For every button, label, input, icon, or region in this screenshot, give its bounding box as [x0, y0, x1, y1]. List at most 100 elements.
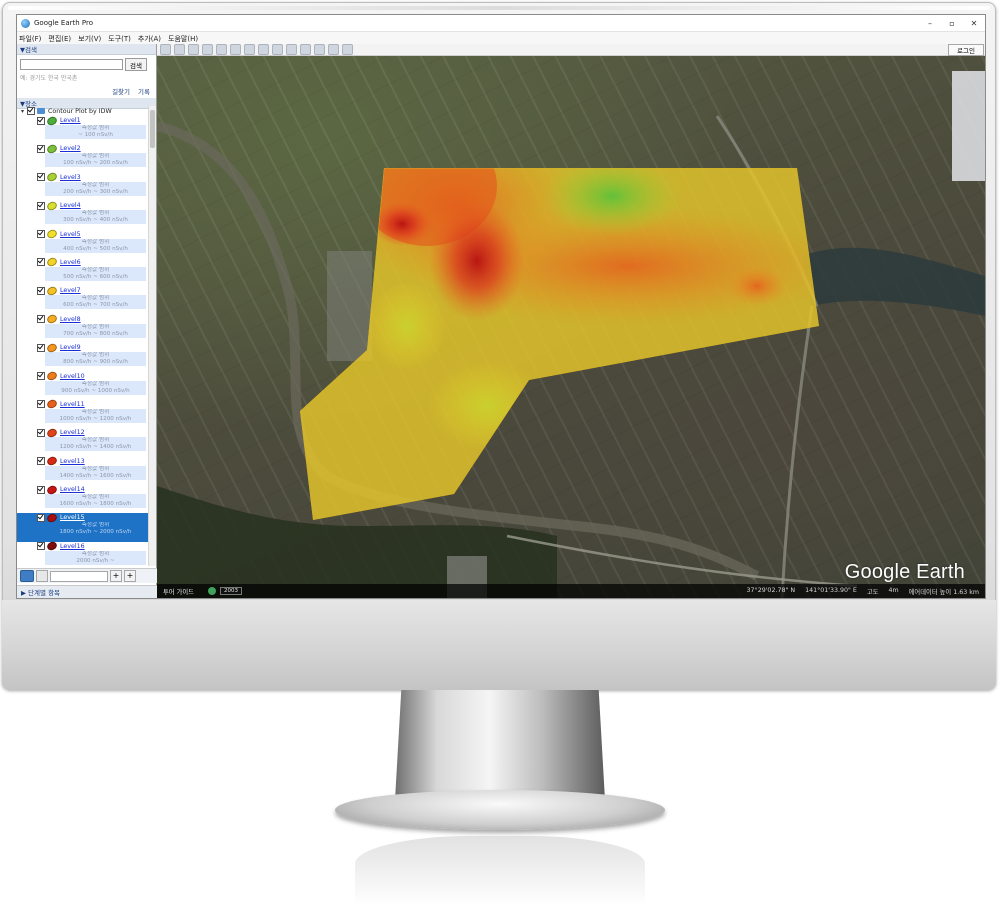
- level-name[interactable]: Level5: [60, 231, 81, 238]
- hide-sidebar-icon[interactable]: [160, 44, 171, 55]
- email-icon[interactable]: [300, 44, 311, 55]
- level-name[interactable]: Level3: [60, 174, 81, 181]
- checkbox-icon[interactable]: [27, 107, 36, 115]
- places-scrollbar[interactable]: [148, 106, 156, 566]
- menu-help[interactable]: 도움말(H): [168, 34, 198, 44]
- tree-root-contour-plot[interactable]: ▾ Contour Plot by IDW: [17, 106, 156, 116]
- level-item[interactable]: Level12 측정값 범위 1200 nSv/h ~ 1400 nSv/h: [17, 427, 156, 456]
- save-image-icon[interactable]: [328, 44, 339, 55]
- contour-plot-overlay: [300, 168, 819, 520]
- level-name[interactable]: Level12: [60, 429, 85, 436]
- level-item[interactable]: Level11 측정값 범위 1000 nSv/h ~ 1200 nSv/h: [17, 398, 156, 428]
- checkbox-icon[interactable]: [37, 372, 45, 381]
- level-name[interactable]: Level11: [60, 401, 85, 408]
- checkbox-icon[interactable]: [37, 513, 45, 522]
- places-search-button[interactable]: [20, 570, 34, 582]
- zoom-in-button[interactable]: +: [110, 570, 122, 582]
- path-icon[interactable]: [202, 44, 213, 55]
- level-name[interactable]: Level9: [60, 344, 81, 351]
- level-item[interactable]: Level7 측정값 범위 600 nSv/h ~ 700 nSv/h: [17, 285, 156, 314]
- level-description: 측정값 범위 1000 nSv/h ~ 1200 nSv/h: [45, 408, 146, 423]
- planet-icon[interactable]: [272, 44, 283, 55]
- level-item[interactable]: Level14 측정값 범위 1600 nSv/h ~ 1800 nSv/h: [17, 483, 156, 513]
- checkbox-icon[interactable]: [37, 343, 45, 352]
- menu-add[interactable]: 추가(A): [138, 34, 161, 44]
- level-item[interactable]: Level15 측정값 범위 1800 nSv/h ~ 2000 nSv/h: [17, 512, 156, 542]
- placemark-icon[interactable]: [174, 44, 185, 55]
- level-name[interactable]: Level6: [60, 259, 81, 266]
- level-item[interactable]: Level5 측정값 범위 400 nSv/h ~ 500 nSv/h: [17, 228, 156, 258]
- level-item[interactable]: Level1 측정값 범위 ~ 100 nSv/h: [17, 114, 156, 144]
- level-desc-range: 1000 nSv/h ~ 1200 nSv/h: [59, 415, 132, 422]
- level-header: Level2: [37, 143, 156, 155]
- level-name[interactable]: Level16: [60, 543, 85, 550]
- menu-edit[interactable]: 편집(E): [48, 34, 71, 44]
- ruler-icon[interactable]: [286, 44, 297, 55]
- level-name[interactable]: Level15: [60, 514, 85, 521]
- level-item[interactable]: Level3 측정값 범위 200 nSv/h ~ 300 nSv/h: [17, 171, 156, 201]
- scroll-thumb[interactable]: [150, 110, 155, 148]
- minimize-button[interactable]: –: [919, 19, 941, 28]
- checkbox-icon[interactable]: [37, 230, 45, 239]
- layers-panel-header[interactable]: ▶ 단계별 항목: [17, 585, 160, 598]
- record-tour-icon[interactable]: [230, 44, 241, 55]
- history-icon[interactable]: [244, 44, 255, 55]
- level-item[interactable]: Level9 측정값 범위 800 nSv/h ~ 900 nSv/h: [17, 341, 156, 371]
- checkbox-icon[interactable]: [37, 144, 45, 153]
- directions-link[interactable]: 길찾기: [112, 86, 130, 96]
- level-name[interactable]: Level14: [60, 486, 85, 493]
- level-name[interactable]: Level8: [60, 316, 81, 323]
- level-name[interactable]: Level2: [60, 145, 81, 152]
- checkbox-icon[interactable]: [37, 542, 45, 551]
- add-button[interactable]: +: [124, 570, 136, 582]
- places-view-button[interactable]: [36, 570, 48, 582]
- places-filter-field[interactable]: [50, 570, 108, 582]
- search-input[interactable]: [20, 59, 123, 70]
- print-icon[interactable]: [314, 44, 325, 55]
- status-bar: 투어 가이드 2003 37°29'02.78" N 141°01'33.90"…: [157, 584, 985, 598]
- view-in-maps-icon[interactable]: [342, 44, 353, 55]
- level-item[interactable]: Level4 측정값 범위 300 nSv/h ~ 400 nSv/h: [17, 199, 156, 229]
- login-button[interactable]: 로그인: [948, 43, 984, 56]
- level-desc-title: 측정값 범위: [81, 380, 110, 387]
- menu-file[interactable]: 파일(F): [19, 34, 41, 44]
- level-name[interactable]: Level7: [60, 287, 81, 294]
- history-link[interactable]: 기록: [138, 86, 150, 96]
- level-item[interactable]: Level16 측정값 범위 2000 nSv/h ~: [17, 540, 156, 566]
- checkbox-icon[interactable]: [37, 428, 45, 437]
- checkbox-icon[interactable]: [37, 315, 45, 324]
- level-name[interactable]: Level13: [60, 458, 85, 465]
- stand-reflection: [355, 836, 645, 906]
- level-name[interactable]: Level4: [60, 202, 81, 209]
- sun-icon[interactable]: [258, 44, 269, 55]
- level-name[interactable]: Level1: [60, 117, 81, 124]
- checkbox-icon[interactable]: [37, 201, 45, 210]
- checkbox-icon[interactable]: [37, 400, 45, 409]
- close-button[interactable]: ✕: [963, 19, 985, 28]
- level-item[interactable]: Level6 측정값 범위 500 nSv/h ~ 600 nSv/h: [17, 256, 156, 286]
- map-viewport[interactable]: [157, 56, 985, 598]
- expand-icon[interactable]: ▾: [21, 108, 24, 115]
- level-item[interactable]: Level10 측정값 범위 900 nSv/h ~ 1000 nSv/h: [17, 370, 156, 400]
- tour-guide-button[interactable]: 투어 가이드: [163, 587, 194, 596]
- search-panel-header[interactable]: ▼검색: [17, 44, 156, 55]
- level-item[interactable]: Level13 측정값 범위 1400 nSv/h ~ 1600 nSv/h: [17, 455, 156, 485]
- menu-view[interactable]: 보기(V): [78, 34, 101, 44]
- checkbox-icon[interactable]: [37, 485, 45, 494]
- imagery-date-icon[interactable]: [207, 587, 216, 595]
- imagery-year[interactable]: 2003: [219, 587, 242, 595]
- level-name[interactable]: Level10: [60, 373, 85, 380]
- checkbox-icon[interactable]: [37, 173, 45, 182]
- search-button[interactable]: 검색: [125, 58, 147, 71]
- checkbox-icon[interactable]: [37, 116, 45, 125]
- level-item[interactable]: Level2 측정값 범위 100 nSv/h ~ 200 nSv/h: [17, 143, 156, 172]
- menu-tools[interactable]: 도구(T): [108, 34, 131, 44]
- checkbox-icon[interactable]: [37, 258, 45, 267]
- checkbox-icon[interactable]: [37, 457, 45, 466]
- checkbox-icon[interactable]: [37, 286, 45, 295]
- overlay-icon[interactable]: [216, 44, 227, 55]
- maximize-button[interactable]: ▫: [941, 19, 963, 28]
- level-item[interactable]: Level8 측정값 범위 700 nSv/h ~ 800 nSv/h: [17, 313, 156, 343]
- elevation: 4m: [888, 586, 899, 594]
- polygon-icon[interactable]: [188, 44, 199, 55]
